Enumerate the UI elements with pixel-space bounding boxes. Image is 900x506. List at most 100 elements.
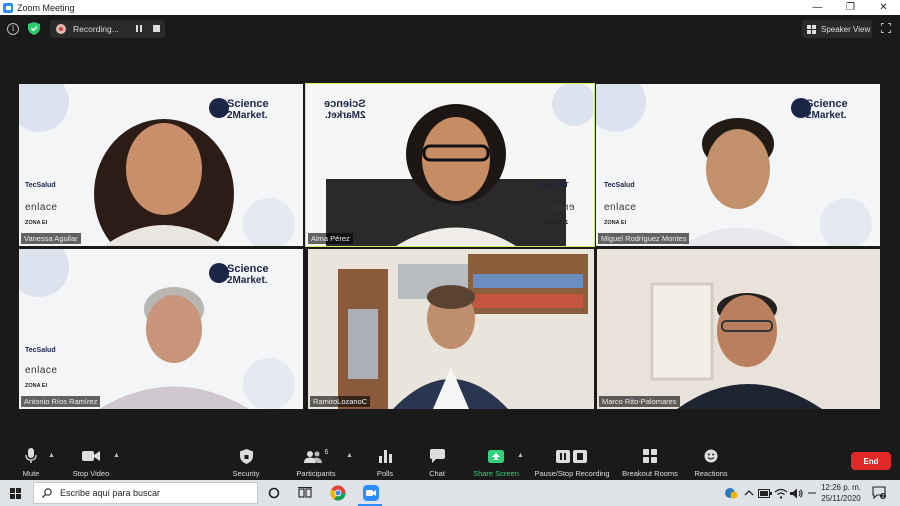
participant-name: RamiroLozanoC — [310, 396, 371, 407]
meeting-info-icon[interactable]: i — [7, 23, 19, 35]
science2market-logo-mirrored: Science 2Market. — [324, 98, 366, 121]
security-shield-icon — [239, 448, 253, 464]
task-view-icon[interactable] — [296, 484, 314, 502]
share-screen-button[interactable]: Share Screen — [471, 442, 521, 480]
polls-bar-icon — [378, 449, 392, 463]
science2market-logo: Science 2Market. — [227, 98, 269, 122]
tecsalud-logo: TecSalud — [538, 182, 569, 189]
stop-recording-icon[interactable] — [153, 25, 160, 32]
microphone-icon — [25, 448, 37, 463]
share-options-caret-icon[interactable]: ▲ — [517, 452, 524, 459]
tecsalud-logo: TecSalud — [25, 182, 56, 189]
minimize-button[interactable]: — — [801, 0, 834, 15]
participants-count: 6 — [324, 448, 329, 456]
security-button[interactable]: Security — [228, 442, 264, 480]
science2market-logo: Science 2Market. — [227, 263, 269, 287]
participant-name: Marco Rito-Palomares — [599, 396, 680, 407]
clock-time: 12:26 p. m. — [820, 483, 862, 492]
close-button[interactable]: ✕ — [867, 0, 900, 15]
encryption-shield-icon[interactable] — [28, 22, 40, 35]
breakout-rooms-button[interactable]: Breakout Rooms — [620, 442, 680, 480]
security-label: Security — [232, 469, 260, 478]
recording-indicator: Recording... — [50, 20, 165, 38]
recording-dot-icon — [56, 24, 66, 34]
enlace-logo: enlace — [542, 202, 575, 213]
video-options-caret-icon[interactable]: ▲ — [113, 452, 120, 459]
pause-recording-icon[interactable] — [136, 25, 143, 32]
video-tile-3[interactable]: Science 2Market. TecSalud enlace ZONA EI … — [596, 84, 880, 246]
zona-ei-logo: ZONA EI — [25, 220, 48, 226]
end-meeting-button[interactable]: End — [851, 452, 891, 470]
zona-ei-logo: ZONA EI — [546, 220, 569, 226]
reactions-button[interactable]: Reactions — [692, 442, 730, 480]
participant-video — [597, 249, 880, 409]
video-tile-6[interactable]: Marco Rito-Palomares — [597, 249, 880, 409]
zoom-taskbar-icon[interactable] — [362, 484, 380, 502]
action-center-notification-icon[interactable]: 2 — [872, 486, 886, 499]
participants-button[interactable]: 6 Participants — [292, 442, 340, 480]
participant-name: Antonio Ríos Ramírez — [21, 396, 101, 407]
chrome-icon[interactable] — [329, 484, 347, 502]
speaker-view-label: Speaker View — [821, 24, 871, 34]
tecsalud-logo: TecSalud — [25, 347, 56, 354]
notification-count: 2 — [882, 494, 885, 499]
zona-ei-logo: ZONA EI — [604, 220, 627, 226]
grid-view-icon — [807, 24, 816, 34]
meeting-toolbar: Mute ▲ Stop Video ▲ Security 6 Participa… — [0, 442, 900, 480]
stop-video-button[interactable]: Stop Video — [68, 442, 114, 480]
chat-label: Chat — [429, 469, 445, 478]
video-tile-1[interactable]: Science 2Market. TecSalud enlace ZONA EI … — [19, 84, 303, 246]
chat-bubble-icon — [429, 449, 445, 463]
window-titlebar: Zoom Meeting — ❐ ✕ — [0, 0, 900, 15]
enlace-logo: enlace — [25, 365, 58, 376]
recording-label: Recording... — [73, 24, 119, 34]
participant-name: Miguel Rodríguez Montes — [598, 233, 690, 244]
windows-taskbar: 12:26 p. m. 25/11/2020 2 — [0, 480, 900, 506]
participant-name: Vanessa Aguilar — [21, 233, 81, 244]
zoom-meeting-window: Zoom Meeting — ❐ ✕ i Recording... Speake… — [0, 0, 900, 506]
onedrive-tray-icon[interactable] — [722, 484, 740, 502]
restore-button[interactable]: ❐ — [834, 0, 867, 15]
reactions-smiley-icon — [704, 449, 718, 463]
pause-stop-icon — [556, 449, 587, 463]
share-screen-icon — [488, 449, 504, 463]
reactions-label: Reactions — [694, 469, 728, 478]
video-camera-icon — [82, 451, 100, 461]
clock-date: 25/11/2020 — [821, 494, 861, 503]
enlace-logo: enlace — [25, 202, 58, 213]
fullscreen-icon[interactable] — [881, 23, 891, 33]
taskbar-search[interactable] — [33, 482, 258, 504]
polls-label: Polls — [376, 469, 394, 478]
tecsalud-logo: TecSalud — [604, 182, 635, 189]
participants-label: Participants — [296, 469, 336, 478]
speaker-view-button[interactable]: Speaker View — [802, 20, 872, 38]
audio-options-caret-icon[interactable]: ▲ — [48, 452, 55, 459]
share-screen-label: Share Screen — [473, 469, 519, 478]
participant-name: Alma Pérez — [308, 233, 353, 244]
enlace-logo: enlace — [604, 202, 637, 213]
window-controls: — ❐ ✕ — [801, 0, 900, 15]
pause-stop-recording-button[interactable]: Pause/Stop Recording — [532, 442, 612, 480]
mute-label: Mute — [22, 469, 40, 478]
participants-options-caret-icon[interactable]: ▲ — [346, 452, 353, 459]
taskbar-clock[interactable]: 12:26 p. m. 25/11/2020 — [816, 482, 866, 504]
video-tile-5[interactable]: RamiroLozanoC — [308, 249, 594, 409]
search-input[interactable] — [60, 488, 250, 498]
pause-stop-recording-label: Pause/Stop Recording — [534, 469, 610, 478]
stop-video-label: Stop Video — [72, 469, 110, 478]
breakout-rooms-icon — [643, 449, 657, 463]
mute-button[interactable]: Mute — [16, 442, 46, 480]
zona-ei-logo: ZONA EI — [25, 383, 48, 389]
science2market-logo: Science 2Market. — [806, 98, 848, 122]
cortana-icon[interactable] — [265, 484, 283, 502]
window-title: Zoom Meeting — [17, 2, 75, 13]
polls-button[interactable]: Polls — [372, 442, 398, 480]
windows-start-icon[interactable] — [10, 488, 21, 499]
video-tile-2[interactable]: Science 2Market. TecSalud enlace ZONA EI … — [305, 83, 595, 247]
search-icon — [42, 488, 52, 498]
chat-button[interactable]: Chat — [424, 442, 450, 480]
video-tile-4[interactable]: Science 2Market. TecSalud enlace ZONA EI … — [19, 249, 303, 409]
participant-video — [308, 249, 594, 409]
zoom-app-icon — [3, 2, 13, 13]
participants-icon — [303, 450, 322, 463]
